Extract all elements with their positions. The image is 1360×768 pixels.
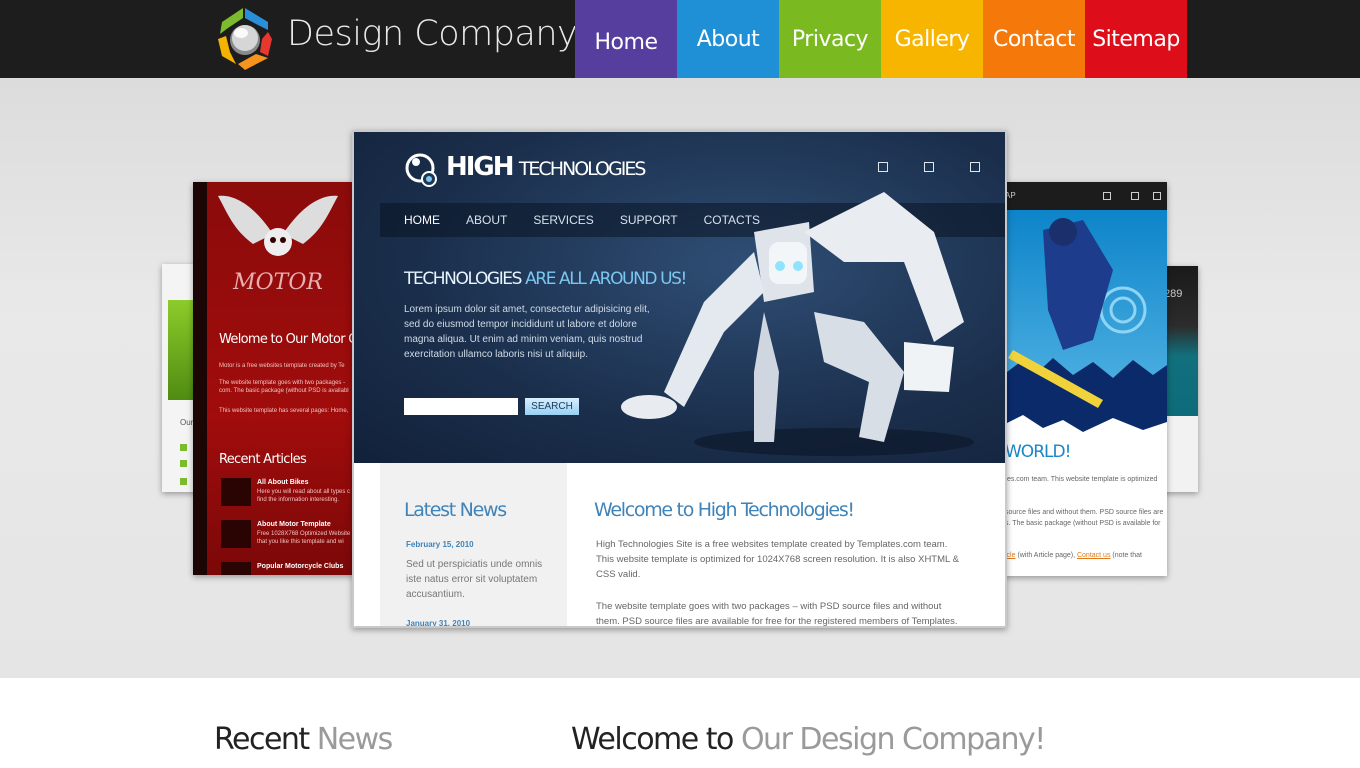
motor-line: The website template goes with two packa… <box>219 380 346 386</box>
nav-home[interactable]: Home <box>575 0 677 84</box>
bullet-icon <box>180 444 187 451</box>
snow-line: tes.com team. This website template is o… <box>1005 476 1158 483</box>
ht-welcome-heading: Welcome to High Technologies! <box>594 499 855 521</box>
nav-sitemap[interactable]: Sitemap <box>1085 0 1187 78</box>
nav-about[interactable]: About <box>677 0 779 78</box>
snowboarder-icon <box>1003 218 1167 440</box>
snow-heading: WORLD! <box>1005 442 1071 462</box>
main-nav: Home About Privacy Gallery Contact Sitem… <box>575 0 1187 84</box>
sitemap-icon[interactable] <box>1153 192 1161 200</box>
logo-icon[interactable] <box>216 6 274 72</box>
svg-text:MOTOR: MOTOR <box>232 270 323 295</box>
heading-part: News <box>316 722 394 757</box>
template-featured-high-technologies[interactable]: HIGH TECHNOLOGIES HOME ABOUT SERVICES SU… <box>352 130 1007 628</box>
heading-part: Welcome to <box>571 722 734 757</box>
welcome-heading: Welcome to Our Design Company! <box>571 722 1046 757</box>
snow-line: s. The basic package (without PSD is ava… <box>1005 520 1161 527</box>
article-thumb-icon <box>221 562 251 575</box>
mail-icon[interactable] <box>1131 192 1139 200</box>
showcase-slider: Our 289 MOTOR Welome to Our Motor Club M… <box>0 78 1360 678</box>
content-section: Recent News Welcome to Our Design Compan… <box>0 678 1360 768</box>
contact-us-link[interactable]: Contact us <box>1077 552 1110 559</box>
article-text: Here you will read about all types c <box>257 489 351 495</box>
article-thumb-icon <box>221 520 251 548</box>
sitemap-icon[interactable] <box>970 162 980 172</box>
article-title[interactable]: All About Bikes <box>257 479 308 486</box>
skull-wings-icon: MOTOR <box>218 195 338 295</box>
article-text: that you like this template and wi <box>257 539 344 545</box>
mail-icon[interactable] <box>924 162 934 172</box>
home-icon[interactable] <box>878 162 888 172</box>
recent-news-heading: Recent News <box>214 722 394 757</box>
heading-part: Recent <box>214 722 310 757</box>
ht-menu-home[interactable]: HOME <box>404 213 440 227</box>
latest-news-heading: Latest News <box>404 499 507 521</box>
ht-icons <box>878 162 980 172</box>
bullet-icon <box>180 460 187 467</box>
nav-privacy[interactable]: Privacy <box>779 0 881 78</box>
snow-topbar: AP <box>1003 182 1167 210</box>
thumb-text: Our <box>180 418 194 427</box>
brand-name[interactable]: Design Company <box>287 14 578 54</box>
ht-menu-about[interactable]: ABOUT <box>466 213 507 227</box>
nav-contact[interactable]: Contact <box>983 0 1085 78</box>
snow-link-text: (note that <box>1110 552 1142 559</box>
article-title[interactable]: About Motor Template <box>257 521 331 528</box>
motor-title: Welome to Our Motor Club <box>219 332 355 347</box>
ht-content: Latest News February 15, 2010 Sed ut per… <box>354 463 1005 628</box>
ht-menu-services[interactable]: SERVICES <box>533 213 593 227</box>
news-date: February 15, 2010 <box>406 540 474 549</box>
motor-line: Motor is a free websites template create… <box>219 363 345 369</box>
ht-hero: HIGH TECHNOLOGIES HOME ABOUT SERVICES SU… <box>354 132 1005 463</box>
motor-line: This website template has several pages:… <box>219 408 349 414</box>
recent-articles-heading: Recent Articles <box>219 452 307 467</box>
home-icon[interactable] <box>1103 192 1111 200</box>
article-text: find the information interesting. <box>257 497 340 503</box>
snow-line: source files and without them. PSD sourc… <box>1005 509 1164 516</box>
ht-brand-1: HIGH <box>446 152 515 182</box>
news-text: Sed ut perspiciatis unde omnis iste natu… <box>406 559 543 600</box>
heading-part: Our Design Company! <box>740 722 1046 757</box>
snow-link-text: (with Article page), <box>1015 552 1077 559</box>
article-text: Free 1028X768 Optimized Website <box>257 531 351 537</box>
ht-search-input[interactable] <box>404 398 518 415</box>
top-bar: Design Company Home About Privacy Galler… <box>0 0 1360 84</box>
motor-line: com. The basic package (without PSD is a… <box>219 388 349 394</box>
bullet-icon <box>180 478 187 485</box>
snow-banner <box>1003 210 1167 440</box>
template-thumb-motor[interactable]: MOTOR Welome to Our Motor Club Motor is … <box>193 182 355 575</box>
news-date: January 31, 2010 <box>406 619 471 628</box>
article-title[interactable]: Popular Motorcycle Clubs <box>257 563 343 570</box>
robot-icon <box>621 192 974 456</box>
template-thumb-snowboard[interactable]: AP WORLD! tes.com team. This website tem… <box>1003 182 1167 576</box>
ht-welcome-text: The website template goes with two packa… <box>596 601 958 627</box>
ht-welcome-text: High Technologies Site is a free website… <box>596 539 959 580</box>
ht-search-button[interactable]: SEARCH <box>525 398 579 415</box>
nav-gallery[interactable]: Gallery <box>881 0 983 78</box>
article-thumb-icon <box>221 478 251 506</box>
ht-logo-icon <box>405 153 437 187</box>
ht-tagline-1: TECHNOLOGIES <box>404 269 522 289</box>
